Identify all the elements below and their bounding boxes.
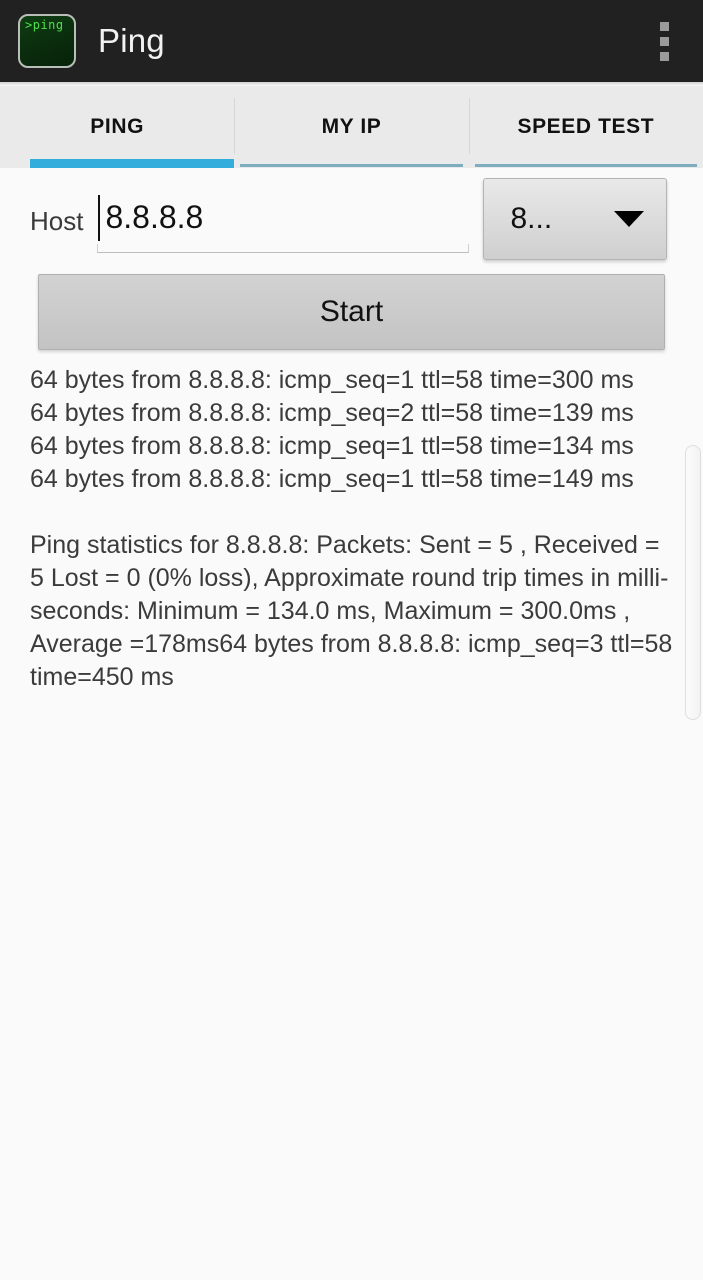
more-dot-3 bbox=[659, 51, 669, 61]
output-line: 64 bytes from 8.8.8.8: icmp_seq=1 ttl=58… bbox=[30, 432, 634, 460]
ping-statistics: Ping statistics for 8.8.8.8: Packets: Se… bbox=[30, 531, 673, 691]
tab-speed-test-indicator bbox=[474, 164, 697, 167]
more-dot-2 bbox=[659, 36, 669, 46]
tab-my-ip-label: MY IP bbox=[321, 115, 382, 138]
output-line: 64 bytes from 8.8.8.8: icmp_seq=1 ttl=58… bbox=[30, 465, 634, 493]
more-vert-icon[interactable] bbox=[651, 14, 677, 68]
tab-speed-test-label: SPEED TEST bbox=[517, 115, 655, 138]
host-input[interactable] bbox=[97, 191, 470, 245]
start-button[interactable]: Start bbox=[38, 274, 665, 350]
host-input-underline bbox=[97, 244, 470, 253]
host-history-dropdown[interactable]: 8... bbox=[483, 178, 668, 260]
action-bar: >ping Ping bbox=[0, 0, 703, 82]
host-history-value: 8... bbox=[510, 202, 553, 235]
app-icon-label: >ping bbox=[25, 18, 64, 32]
host-input-wrap[interactable] bbox=[97, 191, 470, 253]
caret-down-icon bbox=[614, 211, 645, 227]
page-title: Ping bbox=[98, 22, 165, 59]
output-scrollbar-thumb[interactable] bbox=[685, 445, 701, 720]
app-icon: >ping bbox=[18, 14, 76, 68]
start-button-wrap: Start bbox=[0, 260, 703, 350]
tab-bar: PING MY IP SPEED TEST bbox=[0, 86, 703, 168]
tab-my-ip-indicator bbox=[240, 164, 463, 167]
ping-output: 64 bytes from 8.8.8.8: icmp_seq=1 ttl=58… bbox=[0, 350, 703, 720]
tab-ping-label: PING bbox=[90, 115, 145, 138]
tab-speed-test[interactable]: SPEED TEST bbox=[468, 86, 703, 168]
tab-ping[interactable]: PING bbox=[0, 86, 235, 168]
more-dot-1 bbox=[659, 21, 669, 31]
tab-ping-indicator bbox=[30, 159, 235, 168]
output-line: 64 bytes from 8.8.8.8: icmp_seq=1 ttl=58… bbox=[30, 366, 634, 394]
host-row: Host 8... bbox=[0, 168, 703, 260]
tab-my-ip[interactable]: MY IP bbox=[234, 86, 468, 168]
output-line: 64 bytes from 8.8.8.8: icmp_seq=2 ttl=58… bbox=[30, 399, 634, 427]
host-label: Host bbox=[30, 206, 84, 236]
text-caret bbox=[98, 195, 101, 241]
